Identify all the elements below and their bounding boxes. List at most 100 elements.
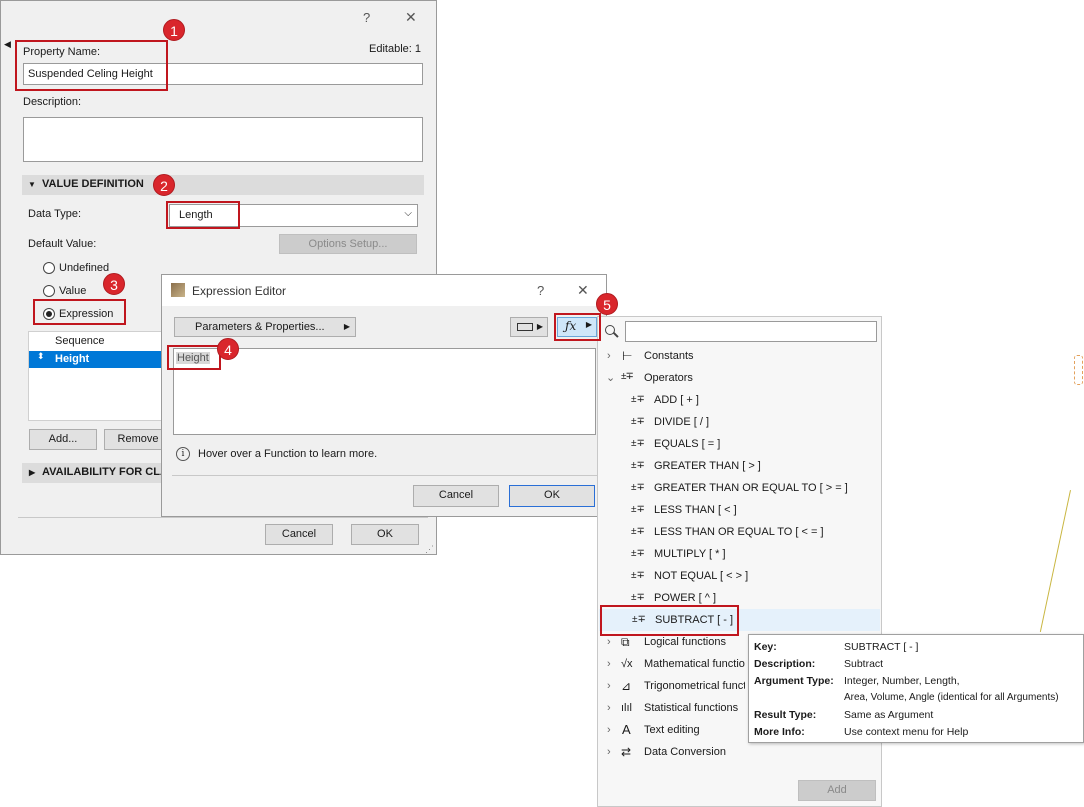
divider <box>172 475 597 476</box>
editor-cancel-button[interactable]: Cancel <box>413 485 499 507</box>
add-button[interactable]: Add... <box>29 429 97 450</box>
operator-label: GREATER THAN OR EQUAL TO [ > = ] <box>654 482 848 494</box>
collapse-arrow-icon[interactable]: ◀ <box>4 39 11 50</box>
property-cancel-button[interactable]: Cancel <box>265 524 333 545</box>
expression-editor-dialog: Expression Editor ? ✕ Parameters & Prope… <box>161 274 607 517</box>
chevron-right-icon[interactable]: › <box>607 653 611 675</box>
undefined-radio-label: Undefined <box>59 262 110 274</box>
operators-label: Operators <box>644 372 693 384</box>
chevron-down-icon: ⌵ <box>404 208 412 219</box>
chevron-right-icon[interactable]: › <box>607 345 611 367</box>
statistical-functions-label: Statistical functions <box>644 702 739 714</box>
tooltip-description-label: Description: <box>754 658 816 670</box>
sqrt-icon: √x <box>621 658 633 670</box>
highlight-expression-token <box>167 345 221 370</box>
tree-statistical-functions[interactable]: › ılıl Statistical functions <box>607 697 745 719</box>
constants-label: Constants <box>644 350 694 362</box>
property-ok-button[interactable]: OK <box>351 524 419 545</box>
function-tooltip: Key: SUBTRACT [ - ] Description: Subtrac… <box>748 634 1084 743</box>
operator-label: DIVIDE [ / ] <box>654 416 710 428</box>
tooltip-more-value: Use context menu for Help <box>844 726 969 738</box>
operator-icon: ±∓ <box>631 504 645 515</box>
availability-section[interactable]: ▶ AVAILABILITY FOR CLASS <box>22 463 172 483</box>
ruler-icon <box>517 323 533 331</box>
canvas-line <box>1039 490 1071 633</box>
operator-label: EQUALS [ = ] <box>654 438 721 450</box>
app-icon <box>171 283 185 297</box>
tooltip-key-label: Key: <box>754 641 777 653</box>
sequence-row-label: Height <box>55 353 90 365</box>
convert-icon: ⇄ <box>621 745 632 759</box>
sequence-header: Sequence <box>55 335 105 347</box>
step-badge-1: 1 <box>163 19 185 41</box>
resize-grip-icon[interactable]: ⋰ <box>425 544 434 555</box>
operator-icon: ±∓ <box>631 526 645 537</box>
operator-label: NOT EQUAL [ < > ] <box>654 570 749 582</box>
parameters-properties-label: Parameters & Properties... <box>195 321 325 333</box>
trigonometrical-functions-label: Trigonometrical functions <box>644 680 745 692</box>
description-label: Description: <box>23 96 82 108</box>
chevron-down-icon: ▼ <box>28 180 36 189</box>
operator-icon: ±∓ <box>631 460 645 471</box>
reorder-icon[interactable]: ⬍ <box>37 351 45 362</box>
step-badge-3: 3 <box>103 273 125 295</box>
chevron-right-icon[interactable]: › <box>607 719 611 741</box>
highlight-subtract <box>600 605 739 636</box>
default-value-label: Default Value: <box>28 238 97 250</box>
step-badge-4: 4 <box>217 338 239 360</box>
tooltip-description-value: Subtract <box>844 658 884 670</box>
tooltip-result-label: Result Type: <box>754 709 817 721</box>
undefined-radio[interactable] <box>43 262 55 274</box>
constants-icon: ⊢ <box>622 349 633 363</box>
operator-icon: ±∓ <box>631 416 645 427</box>
value-definition-title: VALUE DEFINITION <box>42 178 144 190</box>
angle-icon: ⊿ <box>621 679 632 693</box>
sequence-table: Sequence ⬍ Height <box>28 331 168 421</box>
parameters-properties-button[interactable]: Parameters & Properties... ▶ <box>174 317 356 337</box>
close-icon[interactable]: ✕ <box>577 282 589 299</box>
operator-label: MULTIPLY [ * ] <box>654 548 726 560</box>
tooltip-key-value: SUBTRACT [ - ] <box>844 641 919 653</box>
operator-icon: ±∓ <box>631 394 645 405</box>
editor-ok-button[interactable]: OK <box>509 485 595 507</box>
hint-text: Hover over a Function to learn more. <box>198 448 378 460</box>
help-icon[interactable]: ? <box>363 10 370 25</box>
expression-text-area[interactable]: Height <box>173 348 596 435</box>
data-conversion-label: Data Conversion <box>644 746 726 758</box>
units-button[interactable]: ▶ <box>510 317 548 337</box>
expression-editor-title: Expression Editor <box>192 284 287 298</box>
chevron-right-icon[interactable]: › <box>607 697 611 719</box>
tree-mathematical-functions[interactable]: › √x Mathematical functions <box>607 653 745 675</box>
options-setup-button[interactable]: Options Setup... <box>279 234 417 254</box>
sequence-row[interactable]: ⬍ Height <box>29 351 168 368</box>
chevron-right-icon[interactable]: › <box>607 675 611 697</box>
chevron-right-icon[interactable]: › <box>607 741 611 763</box>
mathematical-functions-label: Mathematical functions <box>644 658 745 670</box>
highlight-data-type <box>166 201 240 229</box>
tooltip-result-value: Same as Argument <box>844 709 934 721</box>
value-radio-label: Value <box>59 285 87 297</box>
function-search-input[interactable] <box>625 321 877 342</box>
tree-trigonometrical-functions[interactable]: › ⊿ Trigonometrical functions <box>607 675 745 697</box>
step-badge-2: 2 <box>153 174 175 196</box>
availability-title: AVAILABILITY FOR CLASS <box>42 466 172 478</box>
operators-icon: ±∓ <box>621 371 634 382</box>
tooltip-argument-value-1: Integer, Number, Length, <box>844 675 960 687</box>
value-definition-section[interactable]: ▼ VALUE DEFINITION <box>22 175 424 195</box>
function-add-button[interactable]: Add <box>798 780 876 801</box>
chevron-right-icon: ▶ <box>29 468 36 477</box>
operator-label: GREATER THAN [ > ] <box>654 460 761 472</box>
help-icon[interactable]: ? <box>537 283 544 298</box>
value-radio[interactable] <box>43 285 55 297</box>
caret-right-icon: ▶ <box>536 322 543 331</box>
close-icon[interactable]: ✕ <box>405 9 417 26</box>
info-icon: i <box>176 447 190 461</box>
highlight-property-name <box>15 40 168 91</box>
text-editing-label: Text editing <box>644 724 700 736</box>
caret-right-icon: ▶ <box>343 322 350 331</box>
chevron-down-icon[interactable]: ⌄ <box>606 367 615 389</box>
tooltip-argument-label: Argument Type: <box>754 675 834 687</box>
title-bar: Expression Editor ? ✕ <box>162 275 606 306</box>
divider <box>18 517 428 518</box>
description-input[interactable] <box>23 117 423 162</box>
